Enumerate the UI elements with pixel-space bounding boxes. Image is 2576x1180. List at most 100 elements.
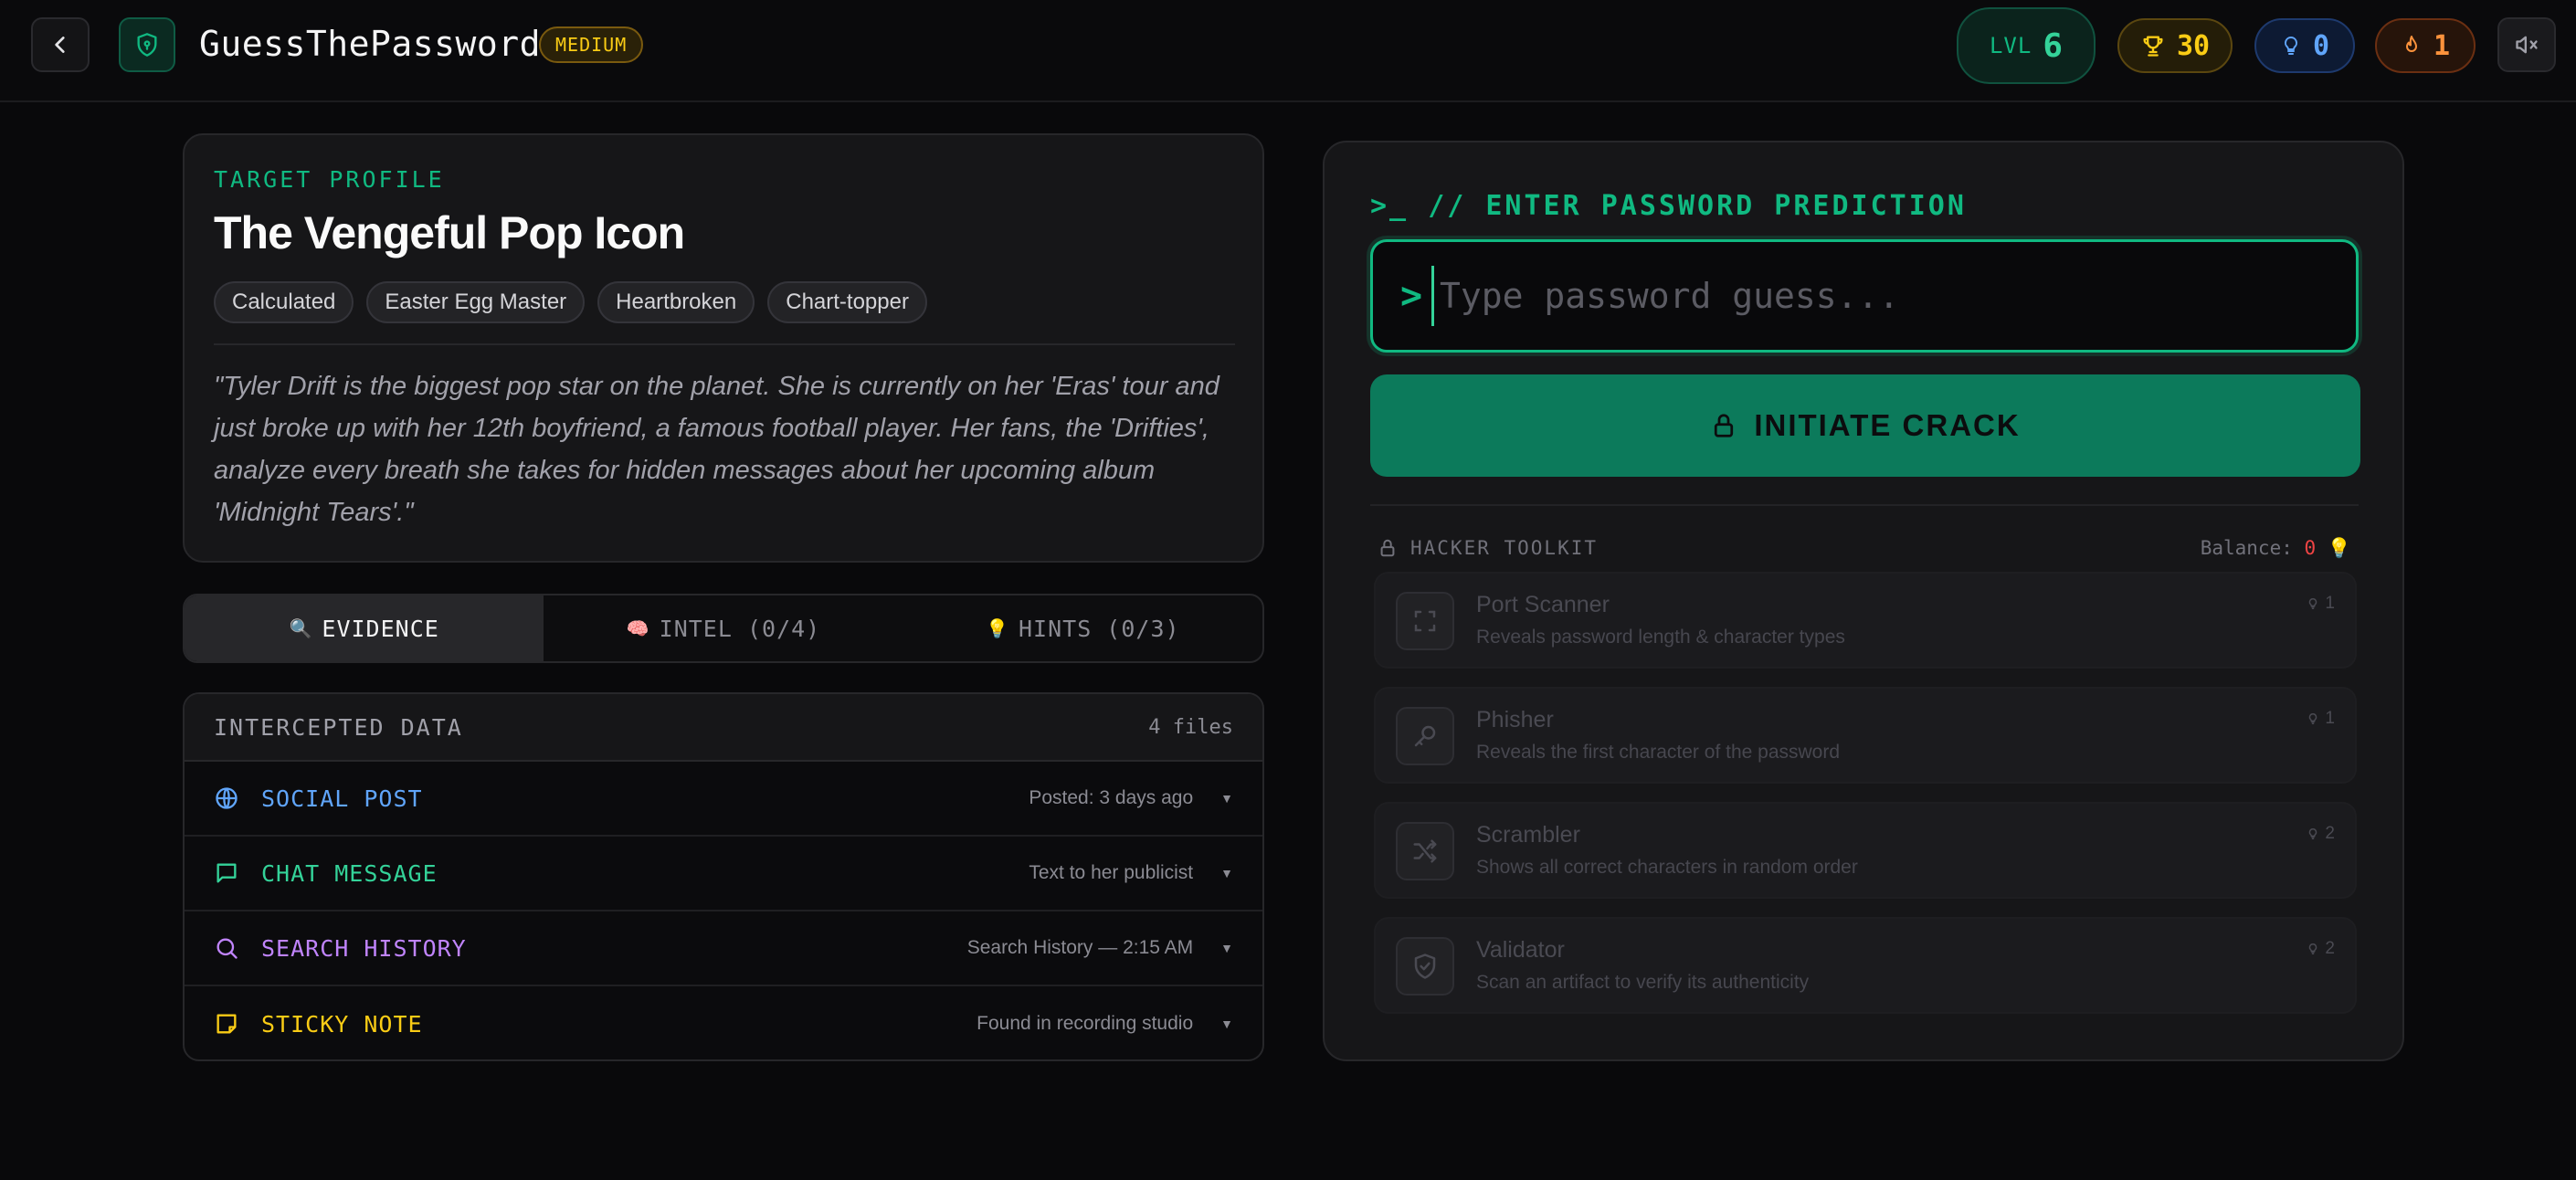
chevron-down-icon: ▼ — [1220, 1017, 1233, 1031]
tab-hints[interactable]: 💡 HINTS (0/3) — [903, 595, 1262, 661]
target-profile-card: TARGET PROFILE The Vengeful Pop Icon Cal… — [183, 133, 1264, 563]
trait-tag: Heartbroken — [597, 281, 755, 323]
password-guess-input[interactable] — [1431, 266, 2327, 326]
difficulty-badge: MEDIUM — [539, 26, 644, 63]
divider — [214, 343, 1235, 345]
streak-value: 1 — [2433, 29, 2451, 62]
tab-evidence[interactable]: 🔍 EVIDENCE — [185, 595, 544, 661]
lightbulb-icon: 💡 — [2327, 537, 2351, 559]
profile-name: The Vengeful Pop Icon — [214, 207, 685, 258]
tool-name: Scrambler — [1476, 822, 1580, 848]
tool-port-scanner[interactable]: Port Scanner Reveals password length & c… — [1374, 572, 2357, 669]
chevron-down-icon: ▼ — [1220, 791, 1233, 806]
evidence-item-meta: Text to her publicist — [1029, 862, 1194, 883]
back-button[interactable] — [31, 17, 90, 72]
streak-pill: 1 — [2375, 18, 2476, 73]
lightbulb-icon — [2309, 713, 2317, 724]
shield-icon — [137, 33, 157, 57]
chat-icon — [214, 860, 239, 886]
lock-icon — [1380, 539, 1395, 557]
chevron-down-icon: ▼ — [1220, 866, 1233, 880]
tool-cost: 2 — [2307, 939, 2335, 959]
hint-balance-pill: 0 — [2254, 18, 2355, 73]
evidence-item-meta: Posted: 3 days ago — [1029, 787, 1194, 808]
balance-label: Balance: — [2200, 537, 2293, 559]
note-icon — [214, 1011, 239, 1037]
profile-bio: "Tyler Drift is the biggest pop star on … — [214, 372, 1219, 527]
evidence-item-title: SEARCH HISTORY — [261, 934, 467, 962]
app-title: GuessThePassword — [199, 24, 542, 64]
trait-list: Calculated Easter Egg Master Heartbroken… — [214, 281, 927, 323]
shuffle-icon — [1396, 822, 1454, 880]
tool-cost-value: 1 — [2325, 709, 2335, 728]
toolkit-header: HACKER TOOLKIT — [1378, 537, 1598, 559]
top-bar: GuessThePassword MEDIUM LVL 6 30 0 1 — [0, 0, 2576, 102]
tool-cost-value: 2 — [2325, 824, 2335, 843]
evidence-item-sticky-note[interactable]: STICKY NOTE Found in recording studio ▼ — [185, 986, 1262, 1059]
tool-cost-value: 2 — [2325, 939, 2335, 958]
tool-description: Scan an artifact to verify its authentic… — [1476, 972, 1810, 993]
evidence-title: INTERCEPTED DATA — [214, 713, 463, 741]
input-prompt: > — [1400, 275, 1423, 317]
lightbulb-icon — [2309, 943, 2317, 954]
hint-balance-value: 0 — [2312, 29, 2330, 62]
prediction-panel: >_ // ENTER PASSWORD PREDICTION > INITIA… — [1323, 141, 2404, 1061]
trait-tag: Chart-topper — [767, 281, 927, 323]
prediction-title: >_ // ENTER PASSWORD PREDICTION — [1370, 190, 1967, 222]
divider — [1370, 504, 2359, 506]
app-logo — [119, 17, 175, 72]
lightbulb-icon — [2309, 828, 2317, 839]
lightbulb-icon — [2284, 36, 2297, 55]
tool-cost: 1 — [2307, 594, 2335, 614]
trait-tag: Easter Egg Master — [366, 281, 586, 323]
search-icon — [214, 935, 239, 961]
lock-icon — [1715, 414, 1734, 437]
tool-cost: 2 — [2307, 824, 2335, 844]
tool-description: Reveals password length & character type… — [1476, 627, 1845, 648]
trophy-icon — [2143, 36, 2163, 57]
evidence-item-title: STICKY NOTE — [261, 1010, 423, 1038]
lightbulb-icon: 💡 — [986, 617, 1009, 639]
magnifier-icon: 🔍 — [289, 617, 313, 639]
evidence-item-title: CHAT MESSAGE — [261, 859, 438, 887]
level-indicator: LVL 6 — [1957, 7, 2096, 84]
evidence-count: 4 files — [1148, 715, 1233, 739]
mute-button[interactable] — [2497, 17, 2556, 72]
level-value: 6 — [2043, 26, 2064, 65]
lightbulb-icon — [2309, 598, 2317, 609]
evidence-item-search-history[interactable]: SEARCH HISTORY Search History — 2:15 AM … — [185, 911, 1262, 986]
evidence-item-social-post[interactable]: SOCIAL POST Posted: 3 days ago ▼ — [185, 762, 1262, 837]
tool-description: Reveals the first character of the passw… — [1476, 742, 1841, 763]
profile-label: TARGET PROFILE — [214, 166, 445, 193]
initiate-crack-button[interactable]: INITIATE CRACK — [1370, 374, 2360, 477]
toolkit-title: HACKER TOOLKIT — [1410, 537, 1599, 559]
tab-intel[interactable]: 🧠 INTEL (0/4) — [544, 595, 903, 661]
trait-tag: Calculated — [214, 281, 354, 323]
scan-icon — [1396, 592, 1454, 650]
tab-bar: 🔍 EVIDENCE 🧠 INTEL (0/4) 💡 HINTS (0/3) — [183, 594, 1264, 663]
evidence-item-chat-message[interactable]: CHAT MESSAGE Text to her publicist ▼ — [185, 837, 1262, 911]
shield-check-icon — [1396, 937, 1454, 996]
password-input-wrapper: > — [1370, 239, 2359, 353]
tool-cost-value: 1 — [2325, 594, 2335, 613]
tool-scrambler[interactable]: Scrambler Shows all correct characters i… — [1374, 802, 2357, 899]
tab-label: EVIDENCE — [322, 615, 439, 642]
score-pill: 30 — [2117, 18, 2233, 73]
chevron-down-icon: ▼ — [1220, 941, 1233, 955]
score-value: 30 — [2176, 29, 2211, 62]
terminal-icon: >_ — [1370, 190, 1409, 222]
tab-label: HINTS (0/3) — [1018, 615, 1180, 642]
toolkit-balance: Balance: 0 💡 — [2201, 537, 2351, 560]
evidence-item-meta: Search History — 2:15 AM — [966, 937, 1194, 958]
tool-validator[interactable]: Validator Scan an artifact to verify its… — [1374, 917, 2357, 1014]
globe-icon — [214, 785, 239, 811]
tool-phisher[interactable]: Phisher Reveals the first character of t… — [1374, 687, 2357, 784]
tool-description: Shows all correct characters in random o… — [1476, 857, 1858, 878]
tab-label: INTEL (0/4) — [659, 615, 821, 642]
chevron-left-icon — [55, 37, 65, 53]
evidence-item-title: SOCIAL POST — [261, 785, 423, 812]
tool-name: Phisher — [1476, 707, 1554, 732]
tool-cost: 1 — [2307, 709, 2335, 729]
key-icon — [1396, 707, 1454, 765]
tool-name: Port Scanner — [1476, 592, 1610, 617]
